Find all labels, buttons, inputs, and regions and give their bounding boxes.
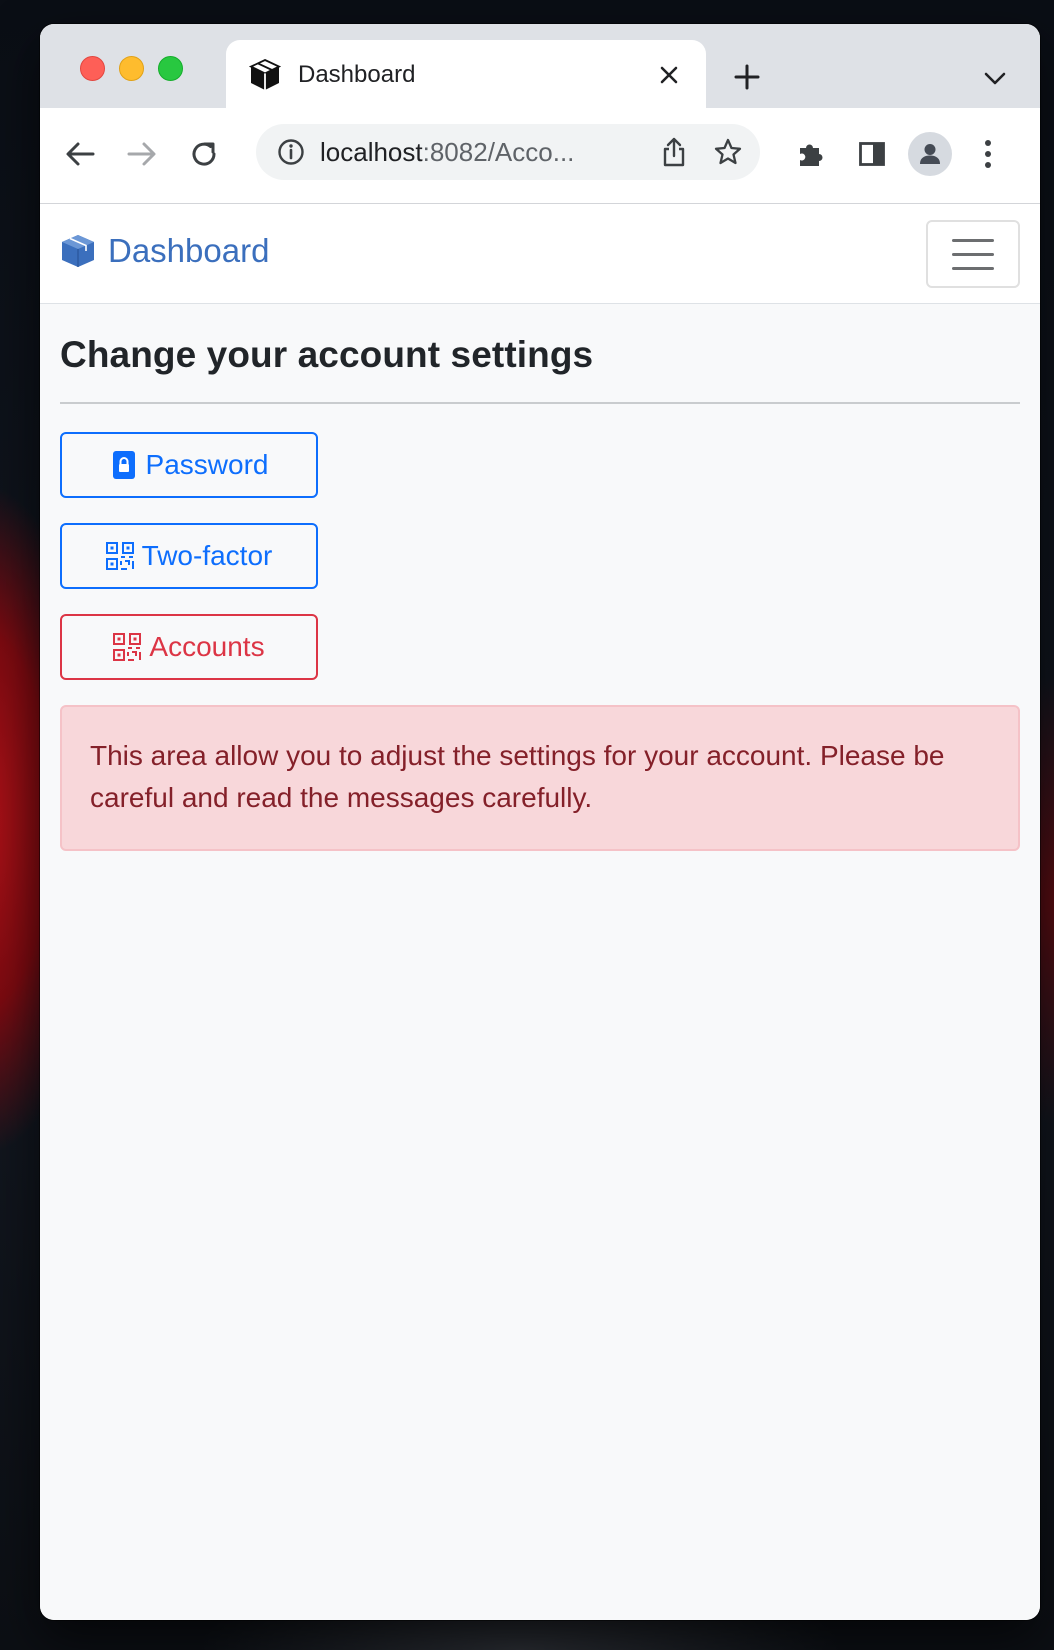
minimize-window-button[interactable]	[119, 56, 144, 81]
hamburger-line	[952, 266, 994, 270]
navbar-brand[interactable]: Dashboard	[60, 232, 269, 270]
navbar: Dashboard	[40, 204, 1040, 304]
hamburger-line	[952, 252, 994, 256]
close-window-button[interactable]	[80, 56, 105, 81]
two-factor-button-label: Two-factor	[141, 540, 273, 571]
profile-button[interactable]	[906, 130, 954, 178]
back-arrow-icon[interactable]	[56, 130, 104, 178]
kebab-menu-icon[interactable]	[964, 130, 1012, 178]
alert-danger: This area allow you to adjust the settin…	[60, 705, 1020, 851]
package-icon	[248, 58, 282, 92]
window-controls	[80, 56, 183, 81]
two-factor-button[interactable]: Two-factor	[60, 523, 318, 589]
browser-toolbar: localhost:8082/Acco...	[40, 108, 1040, 204]
tab-dashboard[interactable]: Dashboard	[226, 40, 706, 110]
navbar-toggler-button[interactable]	[926, 220, 1020, 288]
share-icon[interactable]	[652, 130, 696, 174]
tab-strip: Dashboard	[40, 24, 1040, 110]
address-bar[interactable]: localhost:8082/Acco...	[256, 124, 760, 180]
accounts-button[interactable]: Accounts	[60, 614, 318, 680]
password-button[interactable]: Password	[60, 432, 318, 498]
reload-icon[interactable]	[180, 130, 228, 178]
web-page: Dashboard Change your account settings P…	[40, 204, 1040, 1620]
main-content: Change your account settings Password Tw…	[40, 334, 1040, 851]
qr-code-icon	[105, 542, 134, 570]
url-path: :8082/Acco...	[422, 136, 575, 167]
browser-window: Dashboard localhost:8082/Acco... Dashboa…	[40, 24, 1040, 1620]
accounts-button-label: Accounts	[149, 631, 265, 662]
close-tab-icon[interactable]	[654, 60, 684, 90]
box-icon	[60, 232, 98, 270]
brand-text: Dashboard	[108, 232, 270, 269]
url-host: localhost	[320, 136, 423, 167]
qr-code-icon	[113, 633, 142, 661]
forward-arrow-icon[interactable]	[118, 130, 166, 178]
side-panel-icon[interactable]	[848, 130, 896, 178]
star-icon[interactable]	[706, 130, 750, 174]
password-button-label: Password	[145, 449, 269, 480]
extensions-puzzle-icon[interactable]	[786, 130, 834, 178]
new-tab-icon[interactable]	[730, 60, 764, 94]
tab-title: Dashboard	[298, 61, 416, 88]
chevron-down-icon[interactable]	[980, 64, 1010, 94]
lock-icon	[110, 451, 138, 479]
profile-avatar-icon	[908, 132, 952, 176]
info-icon[interactable]	[276, 137, 306, 167]
page-title: Change your account settings	[60, 334, 594, 375]
hamburger-line	[952, 238, 994, 242]
divider	[60, 402, 1020, 404]
maximize-window-button[interactable]	[158, 56, 183, 81]
url-text: localhost:8082/Acco...	[320, 137, 652, 168]
